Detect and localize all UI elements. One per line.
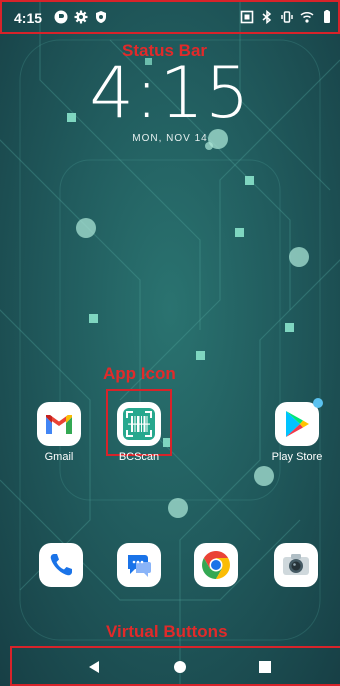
bcscan-app[interactable]: BCScan bbox=[99, 402, 179, 463]
recents-icon[interactable] bbox=[258, 660, 272, 674]
wifi-icon bbox=[300, 11, 314, 23]
battery-icon bbox=[324, 10, 330, 23]
date[interactable]: MON, NOV 14 bbox=[0, 133, 340, 144]
barcode-scanner-icon[interactable] bbox=[117, 402, 161, 446]
gmail-app[interactable]: Gmail bbox=[19, 402, 99, 463]
navigation-bar bbox=[10, 646, 340, 686]
phone-icon[interactable] bbox=[39, 543, 83, 587]
app-icon-annotation: App Icon bbox=[103, 364, 176, 383]
shield-icon bbox=[96, 11, 106, 23]
notification-dot bbox=[313, 398, 323, 408]
home-icon[interactable] bbox=[173, 660, 187, 674]
gmail-icon[interactable] bbox=[37, 402, 81, 446]
chrome-icon[interactable] bbox=[194, 543, 238, 587]
back-icon[interactable] bbox=[87, 660, 101, 674]
play-store-icon[interactable] bbox=[275, 398, 323, 446]
vibrate-icon bbox=[281, 11, 293, 23]
play-store-label: Play Store bbox=[271, 451, 323, 463]
camera-icon[interactable] bbox=[274, 543, 318, 587]
messages-icon[interactable] bbox=[117, 543, 161, 587]
bluetooth-icon bbox=[262, 10, 272, 24]
nfc-icon bbox=[240, 10, 254, 24]
gear-icon bbox=[74, 10, 88, 24]
privacy-icon bbox=[54, 10, 68, 24]
virtual-buttons-annotation: Virtual Buttons bbox=[106, 622, 228, 641]
status-bar[interactable]: 4:15 bbox=[0, 0, 340, 34]
clock[interactable]: 4:15 bbox=[0, 52, 340, 134]
bcscan-label: BCScan bbox=[118, 451, 160, 463]
status-time: 4:15 bbox=[14, 10, 43, 26]
gmail-label: Gmail bbox=[44, 451, 74, 463]
play-store-app[interactable]: Play Store bbox=[257, 398, 337, 463]
